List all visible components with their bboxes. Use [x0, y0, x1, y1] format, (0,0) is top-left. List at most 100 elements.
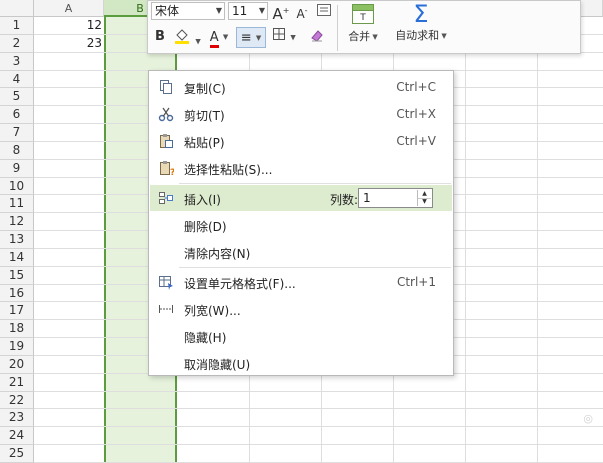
chevron-down-icon: ▼	[258, 6, 265, 15]
menu-item-column-width[interactable]: 列宽(W)...	[150, 296, 452, 322]
column-header-a[interactable]: A	[34, 0, 104, 17]
format-dialog-button[interactable]	[315, 2, 333, 20]
menu-item-paste-special[interactable]: ? 选择性粘贴(S)...	[150, 155, 452, 181]
paste-special-icon: ?	[160, 161, 174, 176]
sigma-icon: Σ	[413, 0, 429, 28]
context-menu: 复制(C) Ctrl+C 剪切(T) Ctrl+X 粘贴(P) Ctrl+V ?…	[148, 70, 454, 376]
row-header-22[interactable]: 22	[0, 391, 34, 410]
menu-item-label: 插入(I)	[184, 193, 221, 207]
mini-toolbar: 宋体 ▼ 11 ▼ A+ A- B ▼ A ▼ ≡ ▼ ▼ T 合并 ▼ Σ 自…	[147, 0, 581, 54]
row-header-23[interactable]: 23	[0, 409, 34, 428]
menu-item-hide[interactable]: 隐藏(H)	[150, 323, 452, 349]
cell-a1[interactable]: 12	[40, 17, 102, 34]
row-header-3[interactable]: 3	[0, 52, 34, 71]
copy-icon	[160, 80, 172, 94]
menu-item-copy[interactable]: 复制(C) Ctrl+C	[150, 74, 452, 100]
menu-item-paste[interactable]: 粘贴(P) Ctrl+V	[150, 128, 452, 154]
menu-item-format-cells[interactable]: 设置单元格格式(F)... Ctrl+1	[150, 269, 452, 295]
menu-item-delete[interactable]: 删除(D)	[150, 212, 452, 238]
paste-icon	[160, 134, 173, 148]
menu-item-insert[interactable]: 插入(I) 列数: 1 ▲ ▼	[150, 185, 452, 211]
align-button[interactable]: ≡ ▼	[236, 27, 266, 48]
chevron-down-icon: ▼	[195, 37, 201, 46]
row-header-7[interactable]: 7	[0, 124, 34, 142]
row-header-15[interactable]: 15	[0, 266, 34, 285]
row-header-8[interactable]: 8	[0, 141, 34, 160]
menu-item-label: 选择性粘贴(S)...	[184, 163, 273, 177]
row-header-12[interactable]: 12	[0, 213, 34, 232]
bold-button[interactable]: B	[150, 27, 170, 47]
row-header-13[interactable]: 13	[0, 231, 34, 249]
menu-item-unhide[interactable]: 取消隐藏(U)	[150, 350, 452, 376]
gridline	[34, 426, 603, 428]
select-all-corner[interactable]	[0, 0, 34, 17]
row-header-9[interactable]: 9	[0, 159, 34, 178]
svg-text:T: T	[359, 13, 366, 23]
merge-button[interactable]: T 合并 ▼	[344, 1, 382, 53]
chevron-down-icon: ▼	[222, 33, 229, 41]
shrink-font-button[interactable]: A-	[293, 1, 311, 24]
font-size-select[interactable]: 11 ▼	[228, 2, 268, 20]
menu-item-clear-contents[interactable]: 清除内容(N)	[150, 239, 452, 265]
row-header-11[interactable]: 11	[0, 195, 34, 214]
align-center-icon: ≡	[240, 30, 252, 46]
row-header-4[interactable]: 4	[0, 70, 34, 89]
row-header-14[interactable]: 14	[0, 248, 34, 267]
row-header-24[interactable]: 24	[0, 427, 34, 446]
fill-bucket-icon	[175, 29, 190, 44]
row-header-5[interactable]: 5	[0, 88, 34, 107]
merge-cells-icon: T	[352, 4, 374, 24]
font-name-value: 宋体	[155, 4, 180, 18]
row-header-16[interactable]: 16	[0, 284, 34, 303]
menu-item-label: 隐藏(H)	[184, 331, 227, 345]
gridline	[34, 444, 603, 446]
menu-separator	[179, 183, 451, 184]
insert-count-label: 列数:	[330, 193, 359, 207]
format-painter-button[interactable]	[306, 27, 328, 50]
scissors-icon	[158, 107, 174, 122]
row-header-1[interactable]: 1	[0, 17, 34, 35]
font-name-select[interactable]: 宋体 ▼	[151, 2, 225, 20]
menu-item-shortcut: Ctrl+X	[396, 107, 436, 121]
spin-down-button[interactable]: ▼	[418, 198, 431, 206]
cell-a2[interactable]: 23	[40, 35, 102, 52]
autosum-button[interactable]: Σ 自动求和 ▼	[388, 1, 454, 53]
border-grid-icon	[273, 28, 286, 40]
fill-color-button[interactable]: ▼	[172, 27, 202, 52]
insert-count-spinner: ▲ ▼	[417, 190, 431, 206]
grow-font-button[interactable]: A+	[272, 1, 290, 24]
insert-count-value: 1	[363, 191, 371, 205]
row-header-18[interactable]: 18	[0, 320, 34, 339]
menu-item-label: 删除(D)	[184, 220, 227, 234]
gridline	[34, 390, 603, 392]
eraser-icon	[311, 30, 323, 42]
menu-item-label: 列宽(W)...	[184, 304, 241, 318]
row-header-21[interactable]: 21	[0, 373, 34, 392]
row-header-2[interactable]: 2	[0, 34, 34, 53]
chevron-down-icon: ▼	[290, 33, 296, 42]
row-header-10[interactable]: 10	[0, 177, 34, 196]
row-header-25[interactable]: 25	[0, 445, 34, 463]
format-dialog-icon	[317, 4, 331, 16]
svg-text:?: ?	[170, 168, 174, 176]
gridline	[465, 17, 466, 463]
menu-item-label: 取消隐藏(U)	[184, 358, 251, 372]
row-header-19[interactable]: 19	[0, 338, 34, 356]
menu-item-shortcut: Ctrl+V	[396, 134, 436, 148]
menu-item-shortcut: Ctrl+C	[396, 80, 436, 94]
menu-item-label: 粘贴(P)	[184, 136, 225, 150]
row-header-20[interactable]: 20	[0, 355, 34, 374]
row-header-6[interactable]: 6	[0, 106, 34, 125]
menu-item-shortcut: Ctrl+1	[396, 275, 436, 289]
row-header-17[interactable]: 17	[0, 302, 34, 321]
gridline	[537, 17, 538, 463]
menu-item-label: 设置单元格格式(F)...	[184, 277, 296, 291]
insert-count-input[interactable]: 1 ▲ ▼	[358, 188, 433, 208]
menu-separator	[179, 267, 451, 268]
border-button[interactable]: ▼	[269, 27, 299, 48]
chevron-down-icon: ▼	[255, 34, 262, 42]
insert-column-icon	[159, 192, 173, 204]
font-color-button[interactable]: A ▼	[204, 27, 234, 48]
gridline	[34, 408, 603, 410]
menu-item-cut[interactable]: 剪切(T) Ctrl+X	[150, 101, 452, 127]
